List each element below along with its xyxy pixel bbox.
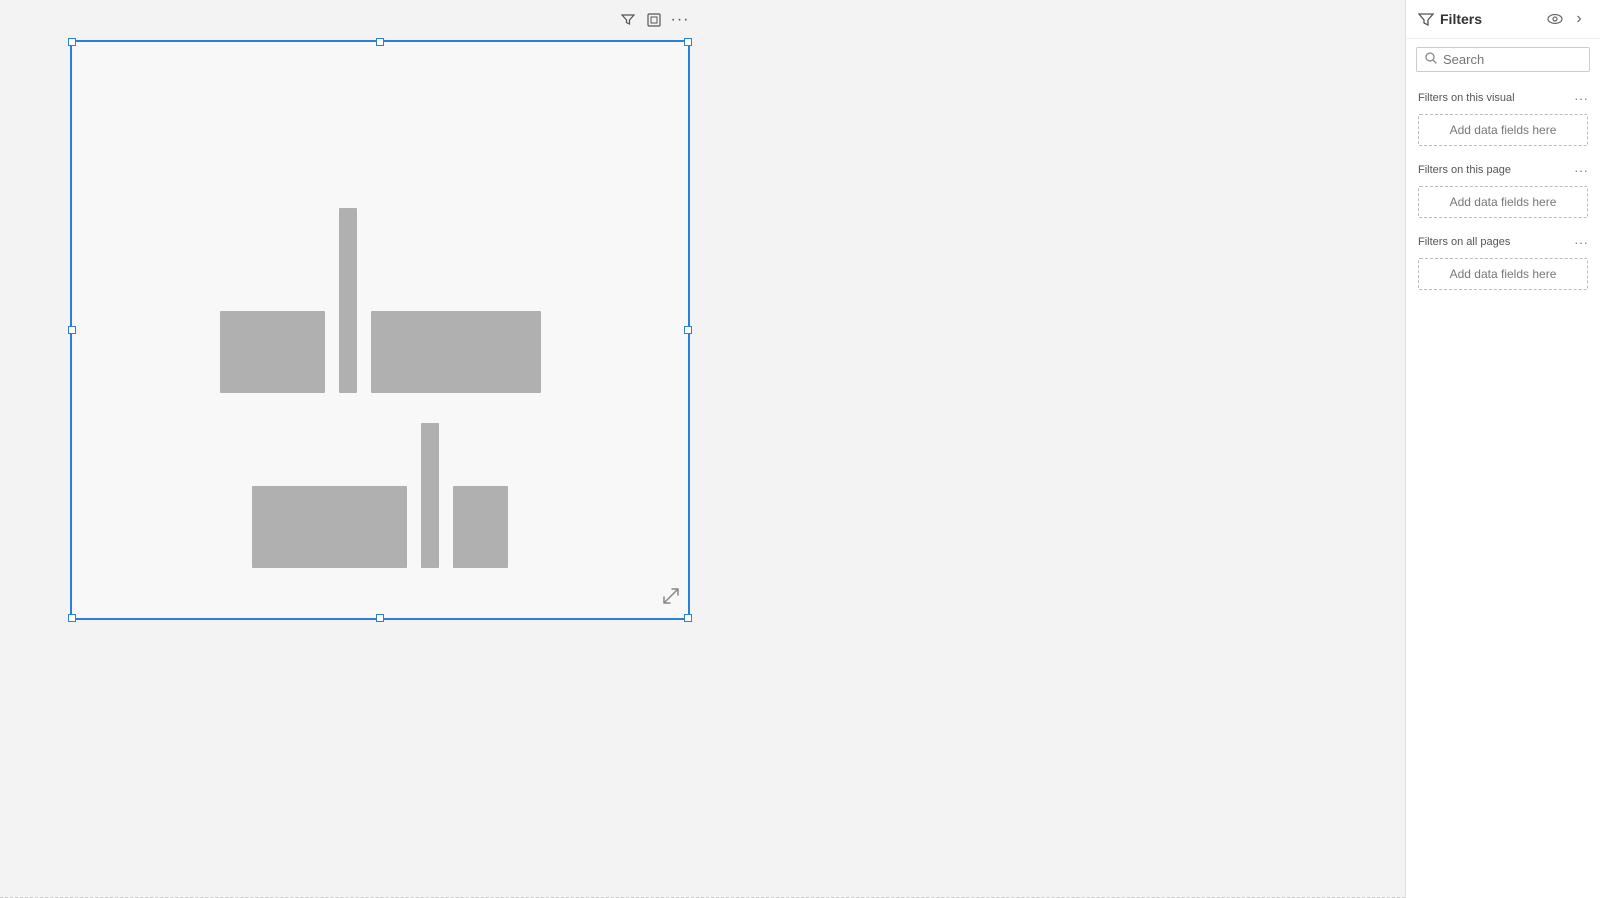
bar-5 [421, 423, 439, 568]
filters-header-actions: › [1546, 10, 1588, 28]
add-data-fields-all-pages-button[interactable]: Add data fields here [1418, 258, 1588, 290]
filters-panel-icon [1418, 11, 1434, 27]
visual-container: ··· [70, 40, 690, 620]
filters-header: Filters › [1406, 0, 1600, 39]
resize-handle-top-left[interactable] [68, 38, 76, 46]
filter-toolbar-icon[interactable] [618, 10, 638, 30]
filters-eye-icon[interactable] [1546, 10, 1564, 28]
filters-panel-title: Filters [1440, 11, 1482, 27]
filters-panel: Filters › Filters on this visual ··· [1405, 0, 1600, 898]
bar-2 [339, 208, 357, 393]
chart-area [72, 42, 688, 618]
resize-handle-middle-right[interactable] [684, 326, 692, 334]
focus-mode-icon[interactable] [644, 10, 664, 30]
search-input[interactable] [1443, 52, 1581, 67]
filter-section-visual-title: Filters on this visual [1418, 92, 1515, 104]
add-data-fields-visual-button[interactable]: Add data fields here [1418, 114, 1588, 146]
filter-section-all-pages-title: Filters on all pages [1418, 236, 1510, 248]
bar-1 [220, 311, 325, 393]
filter-section-page-title: Filters on this page [1418, 164, 1511, 176]
resize-handle-bottom-center[interactable] [376, 614, 384, 622]
filter-section-visual: Filters on this visual ··· Add data fiel… [1406, 80, 1600, 152]
filters-title-group: Filters [1418, 11, 1482, 27]
resize-handle-middle-left[interactable] [68, 326, 76, 334]
visual-toolbar: ··· [618, 10, 690, 30]
bar-4 [252, 486, 407, 568]
filter-section-page-header: Filters on this page ··· [1418, 162, 1588, 178]
filter-section-all-pages-header: Filters on all pages ··· [1418, 234, 1588, 250]
bar-group [220, 62, 541, 598]
resize-handle-bottom-right[interactable] [684, 614, 692, 622]
filter-section-page: Filters on this page ··· Add data fields… [1406, 152, 1600, 224]
more-options-icon[interactable]: ··· [670, 10, 690, 30]
visual-border [70, 40, 690, 620]
filter-section-all-pages: Filters on all pages ··· Add data fields… [1406, 224, 1600, 296]
filter-section-page-more[interactable]: ··· [1574, 162, 1588, 178]
filter-section-visual-more[interactable]: ··· [1574, 90, 1588, 106]
resize-icon[interactable] [662, 587, 680, 610]
resize-handle-top-center[interactable] [376, 38, 384, 46]
bar-3 [371, 311, 541, 393]
resize-handle-top-right[interactable] [684, 38, 692, 46]
search-icon [1425, 52, 1437, 67]
filter-section-visual-header: Filters on this visual ··· [1418, 90, 1588, 106]
resize-handle-bottom-left[interactable] [68, 614, 76, 622]
main-canvas: ··· [0, 0, 1405, 898]
add-data-fields-page-button[interactable]: Add data fields here [1418, 186, 1588, 218]
filters-arrow-icon[interactable]: › [1570, 10, 1588, 28]
bar-6 [453, 486, 508, 568]
search-box[interactable] [1416, 47, 1590, 72]
filter-section-all-pages-more[interactable]: ··· [1574, 234, 1588, 250]
